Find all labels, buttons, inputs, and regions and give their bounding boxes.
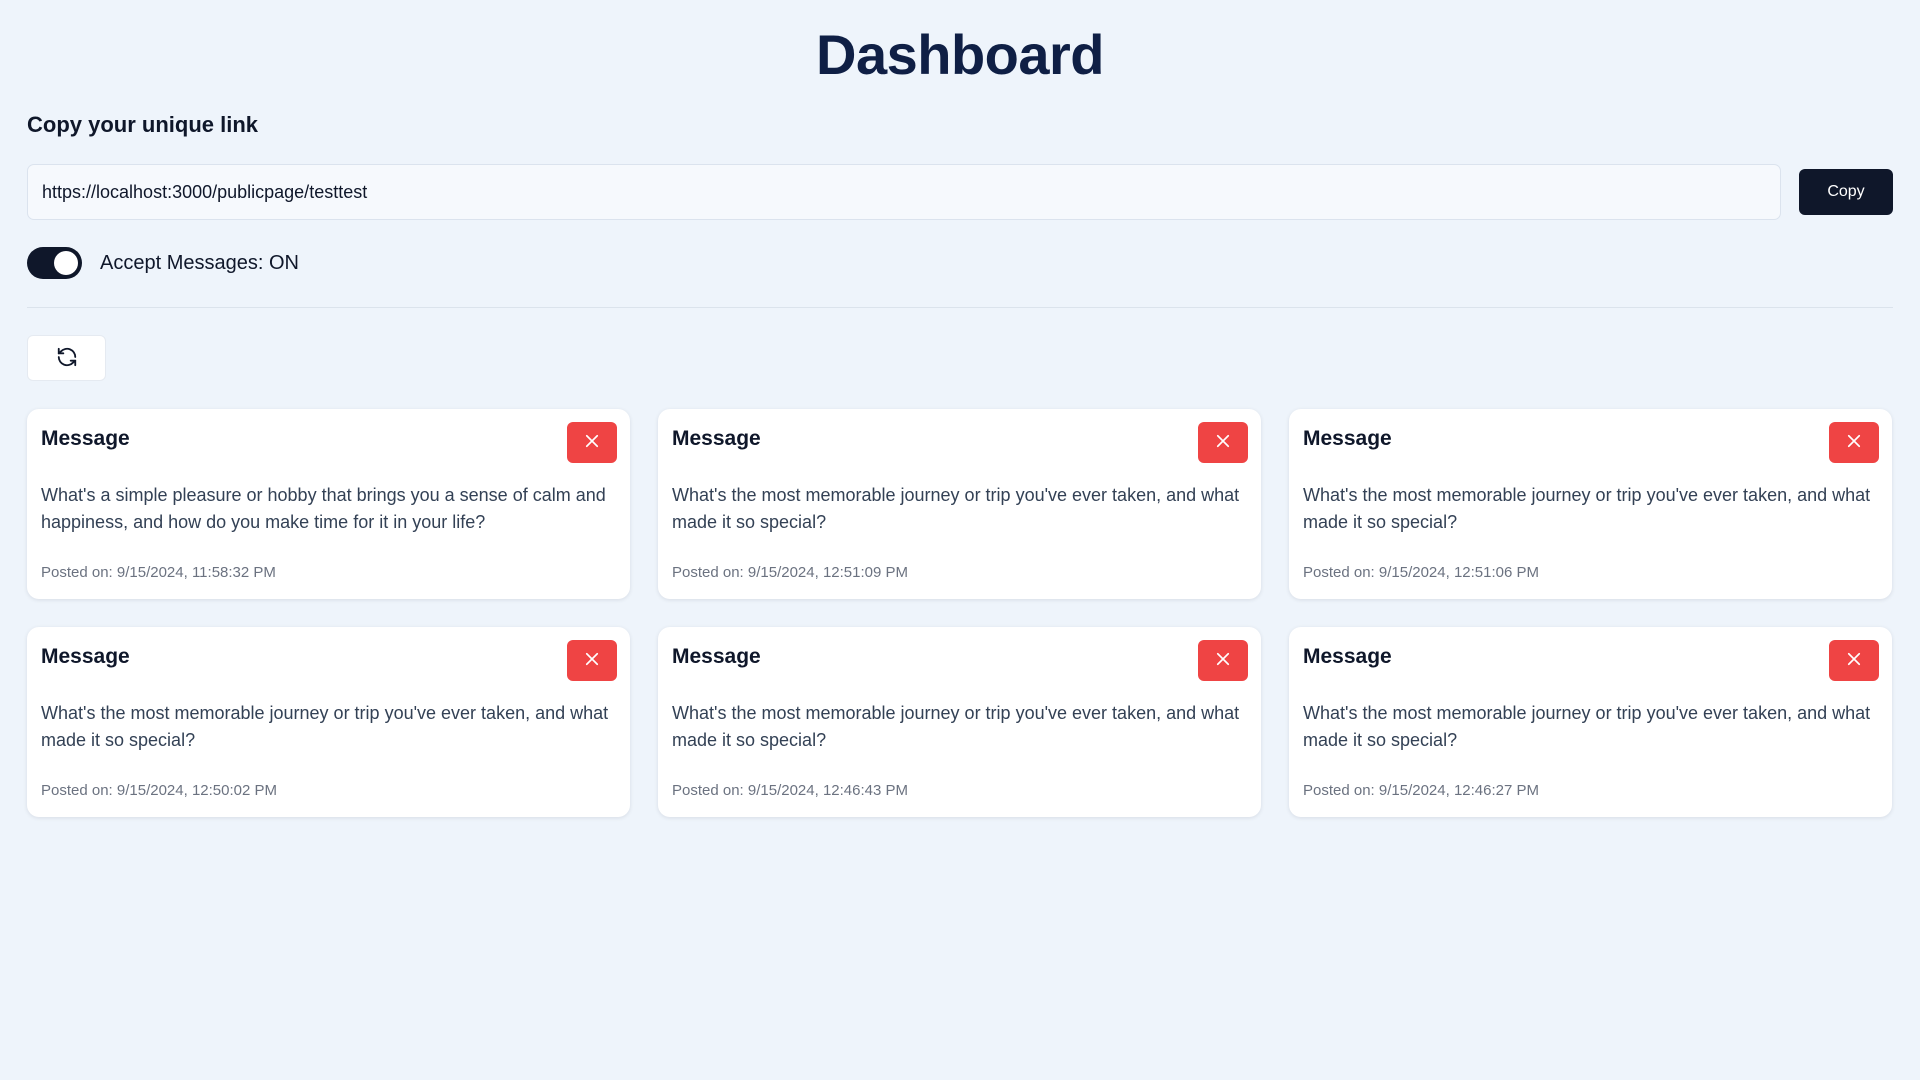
delete-message-button[interactable] bbox=[1829, 640, 1879, 681]
message-card-text: What's the most memorable journey or tri… bbox=[672, 485, 1240, 532]
close-icon bbox=[583, 432, 601, 453]
divider bbox=[27, 307, 1893, 308]
message-card-date: Posted on: 9/15/2024, 12:51:06 PM bbox=[1303, 564, 1540, 581]
delete-message-button[interactable] bbox=[567, 640, 617, 681]
message-card-title: Message bbox=[1303, 427, 1392, 450]
message-card-text: What's a simple pleasure or hobby that b… bbox=[41, 485, 606, 532]
message-card: Message What's the most memorable journe… bbox=[27, 627, 630, 817]
message-card: Message What's the most memorable journe… bbox=[1289, 627, 1892, 817]
close-icon bbox=[1214, 650, 1232, 671]
delete-message-button[interactable] bbox=[1198, 422, 1248, 463]
message-card: Message What's a simple pleasure or hobb… bbox=[27, 409, 630, 599]
page-title: Dashboard bbox=[816, 23, 1105, 86]
message-card-title: Message bbox=[41, 645, 130, 668]
message-card: Message What's the most memorable journe… bbox=[1289, 409, 1892, 599]
message-card-title: Message bbox=[672, 645, 761, 668]
message-card-text: What's the most memorable journey or tri… bbox=[1303, 485, 1871, 532]
unique-link-input[interactable] bbox=[27, 164, 1781, 220]
delete-message-button[interactable] bbox=[1198, 640, 1248, 681]
switch-knob bbox=[54, 251, 78, 275]
message-card-text: What's the most memorable journey or tri… bbox=[41, 703, 609, 750]
message-card-date: Posted on: 9/15/2024, 11:58:32 PM bbox=[41, 564, 276, 581]
message-card: Message What's the most memorable journe… bbox=[658, 409, 1261, 599]
accept-messages-switch[interactable] bbox=[27, 247, 82, 279]
message-card-title: Message bbox=[41, 427, 130, 450]
close-icon bbox=[1214, 432, 1232, 453]
message-card-title: Message bbox=[672, 427, 761, 450]
message-card-text: What's the most memorable journey or tri… bbox=[672, 703, 1240, 750]
delete-message-button[interactable] bbox=[1829, 422, 1879, 463]
dashboard-page: Dashboard Copy your unique link Copy Acc… bbox=[0, 0, 1920, 1080]
refresh-icon bbox=[56, 346, 78, 371]
message-grid: Message What's a simple pleasure or hobb… bbox=[27, 409, 1893, 817]
accept-messages-row: Accept Messages: ON bbox=[27, 246, 1893, 280]
message-card-text: What's the most memorable journey or tri… bbox=[1303, 703, 1871, 750]
close-icon bbox=[1845, 650, 1863, 671]
message-card-date: Posted on: 9/15/2024, 12:46:43 PM bbox=[672, 782, 909, 799]
refresh-button[interactable] bbox=[27, 335, 106, 381]
copy-button[interactable]: Copy bbox=[1799, 169, 1893, 215]
message-card-date: Posted on: 9/15/2024, 12:46:27 PM bbox=[1303, 782, 1540, 799]
accept-messages-label: Accept Messages: ON bbox=[100, 251, 299, 274]
message-card-date: Posted on: 9/15/2024, 12:50:02 PM bbox=[41, 782, 278, 799]
link-row: Copy bbox=[27, 164, 1893, 220]
message-card: Message What's the most memorable journe… bbox=[658, 627, 1261, 817]
close-icon bbox=[1845, 432, 1863, 453]
delete-message-button[interactable] bbox=[567, 422, 617, 463]
message-card-date: Posted on: 9/15/2024, 12:51:09 PM bbox=[672, 564, 909, 581]
link-section-label: Copy your unique link bbox=[27, 112, 259, 137]
message-card-title: Message bbox=[1303, 645, 1392, 668]
close-icon bbox=[583, 650, 601, 671]
